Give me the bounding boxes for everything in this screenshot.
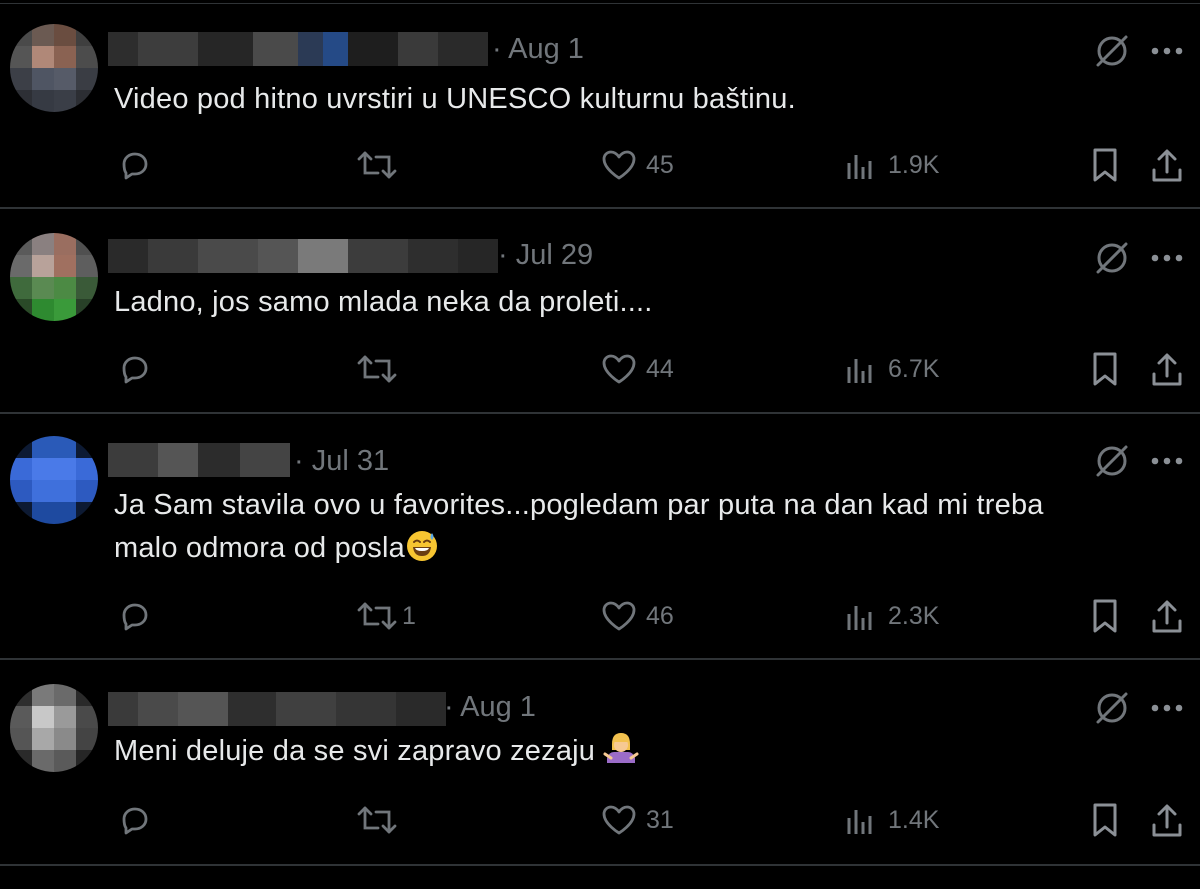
reply-text: Ja Sam stavila ovo u favorites...pogleda… bbox=[114, 484, 1134, 576]
view-count: 6.7K bbox=[888, 355, 940, 383]
view-count: 1.9K bbox=[888, 151, 940, 179]
more-icon[interactable] bbox=[1150, 253, 1184, 263]
more-icon[interactable] bbox=[1150, 46, 1184, 56]
woman-shrugging-emoji-icon bbox=[603, 730, 639, 779]
reply-icon[interactable] bbox=[116, 146, 152, 182]
avatar[interactable] bbox=[10, 684, 98, 772]
post-date[interactable]: · Aug 1 bbox=[492, 32, 584, 66]
grok-icon[interactable] bbox=[1093, 239, 1131, 277]
views-icon[interactable] bbox=[845, 149, 877, 181]
post-date[interactable]: · Aug 1 bbox=[444, 690, 536, 724]
reply-text-line: malo odmora od posla bbox=[114, 532, 405, 564]
bookmark-icon[interactable] bbox=[1091, 350, 1119, 388]
display-name-blurred[interactable] bbox=[108, 239, 498, 273]
reply-text-line: Meni deluje da se svi zapravo zezaju bbox=[114, 735, 596, 767]
view-count: 1.4K bbox=[888, 806, 940, 834]
reply-text: Meni deluje da se svi zapravo zezaju bbox=[114, 730, 1134, 779]
heart-icon[interactable] bbox=[600, 599, 638, 633]
grinning-sweat-emoji-icon bbox=[405, 529, 439, 576]
share-icon[interactable] bbox=[1150, 597, 1184, 635]
retweet-icon[interactable] bbox=[356, 803, 398, 837]
bookmark-icon[interactable] bbox=[1091, 801, 1119, 839]
retweet-icon[interactable] bbox=[356, 599, 398, 633]
reply-item[interactable]: · Aug 1 Video pod hitno uvrstiri u UNESC… bbox=[0, 4, 1200, 209]
view-count: 2.3K bbox=[888, 602, 940, 630]
post-date[interactable]: · Jul 29 bbox=[498, 238, 593, 272]
grok-icon[interactable] bbox=[1093, 32, 1131, 70]
reply-item[interactable]: · Jul 31 Ja Sam stavila ovo u favorites.… bbox=[0, 414, 1200, 660]
retweet-count: 1 bbox=[402, 602, 416, 630]
avatar[interactable] bbox=[10, 233, 98, 321]
heart-icon[interactable] bbox=[600, 352, 638, 386]
reply-item[interactable]: · Aug 1 Meni deluje da se svi zapravo ze… bbox=[0, 660, 1200, 866]
bookmark-icon[interactable] bbox=[1091, 146, 1119, 184]
views-icon[interactable] bbox=[845, 353, 877, 385]
grok-icon[interactable] bbox=[1093, 689, 1131, 727]
replies-feed: · Aug 1 Video pod hitno uvrstiri u UNESC… bbox=[0, 0, 1200, 889]
reply-item[interactable]: · Jul 29 Ladno, jos samo mlada neka da p… bbox=[0, 209, 1200, 414]
like-count: 45 bbox=[646, 151, 674, 179]
like-count: 44 bbox=[646, 355, 674, 383]
share-icon[interactable] bbox=[1150, 350, 1184, 388]
avatar[interactable] bbox=[10, 24, 98, 112]
heart-icon[interactable] bbox=[600, 148, 638, 182]
reply-text: Ladno, jos samo mlada neka da proleti...… bbox=[114, 286, 653, 318]
display-name-blurred[interactable] bbox=[108, 692, 446, 726]
retweet-icon[interactable] bbox=[356, 352, 398, 386]
display-name-blurred[interactable] bbox=[108, 443, 290, 477]
bookmark-icon[interactable] bbox=[1091, 597, 1119, 635]
more-icon[interactable] bbox=[1150, 703, 1184, 713]
display-name-blurred[interactable] bbox=[108, 32, 488, 66]
reply-icon[interactable] bbox=[116, 350, 152, 386]
reply-icon[interactable] bbox=[116, 597, 152, 633]
share-icon[interactable] bbox=[1150, 146, 1184, 184]
reply-text-line: Ja Sam stavila ovo u favorites...pogleda… bbox=[114, 489, 1044, 521]
heart-icon[interactable] bbox=[600, 803, 638, 837]
retweet-icon[interactable] bbox=[356, 148, 398, 182]
like-count: 31 bbox=[646, 806, 674, 834]
post-date[interactable]: · Jul 31 bbox=[294, 444, 389, 478]
reply-text: Video pod hitno uvrstiri u UNESCO kultur… bbox=[114, 83, 796, 115]
like-count: 46 bbox=[646, 602, 674, 630]
views-icon[interactable] bbox=[845, 804, 877, 836]
avatar[interactable] bbox=[10, 436, 98, 524]
share-icon[interactable] bbox=[1150, 801, 1184, 839]
views-icon[interactable] bbox=[845, 600, 877, 632]
reply-icon[interactable] bbox=[116, 801, 152, 837]
grok-icon[interactable] bbox=[1093, 442, 1131, 480]
more-icon[interactable] bbox=[1150, 456, 1184, 466]
